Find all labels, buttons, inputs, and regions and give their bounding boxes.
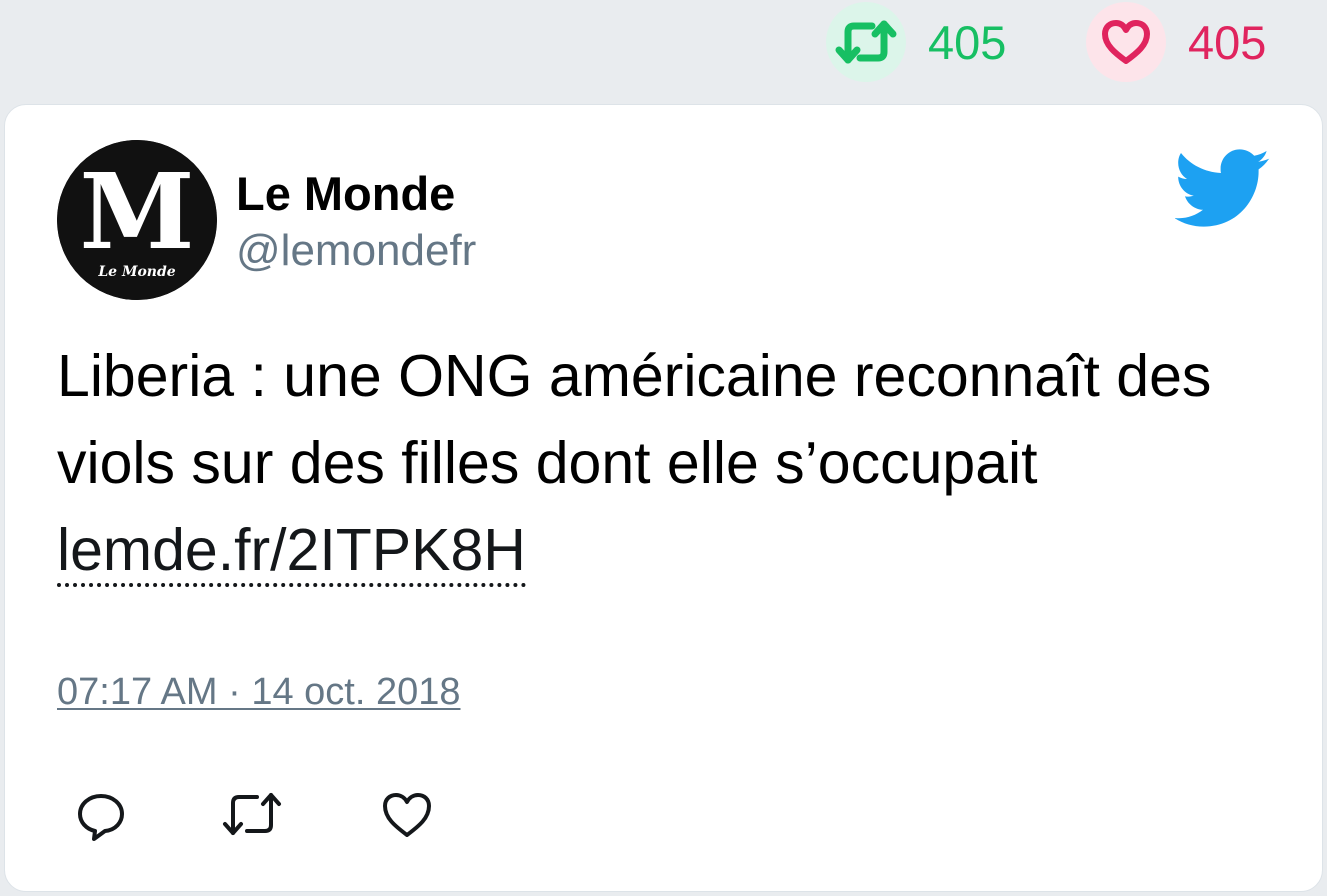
retweet-count: 405 [928,15,1007,69]
retweet-icon [223,793,281,835]
retweet-icon [835,20,897,64]
tweet-timestamp[interactable]: 07:17 AM · 14 oct. 2018 [57,671,461,714]
reply-icon [78,794,124,841]
author-handle[interactable]: @lemondefr [236,225,476,277]
retweet-stat[interactable]: 405 [826,2,1006,82]
like-stat-badge [1086,2,1166,82]
logo-caption: Le Monde [97,264,175,280]
tweet-link[interactable]: lemde.fr/2ITPK8H [57,517,526,587]
avatar[interactable]: M Le Monde [57,140,217,300]
heart-icon [383,793,431,837]
retweet-stat-badge [826,2,906,82]
author-info: Le Monde @lemondefr [236,167,476,277]
like-count: 405 [1188,15,1267,69]
like-stat[interactable]: 405 [1086,2,1266,82]
le-monde-logo: M Le Monde [57,140,217,300]
stats-bar: 405 405 [0,0,1327,100]
heart-icon [1102,20,1150,64]
tweet-text: Liberia : une ONG américaine reconnaît d… [57,333,1287,594]
author-name[interactable]: Le Monde [236,167,476,221]
like-button[interactable] [381,791,437,843]
logo-letter: M [79,150,194,273]
twitter-bird-icon[interactable] [1175,149,1271,229]
tweet-card: M Le Monde Le Monde @lemondefr Liberia :… [4,104,1323,892]
reply-button[interactable] [75,791,131,843]
retweet-button[interactable] [221,791,281,843]
tweet-body: Liberia : une ONG américaine reconnaît d… [57,343,1212,496]
